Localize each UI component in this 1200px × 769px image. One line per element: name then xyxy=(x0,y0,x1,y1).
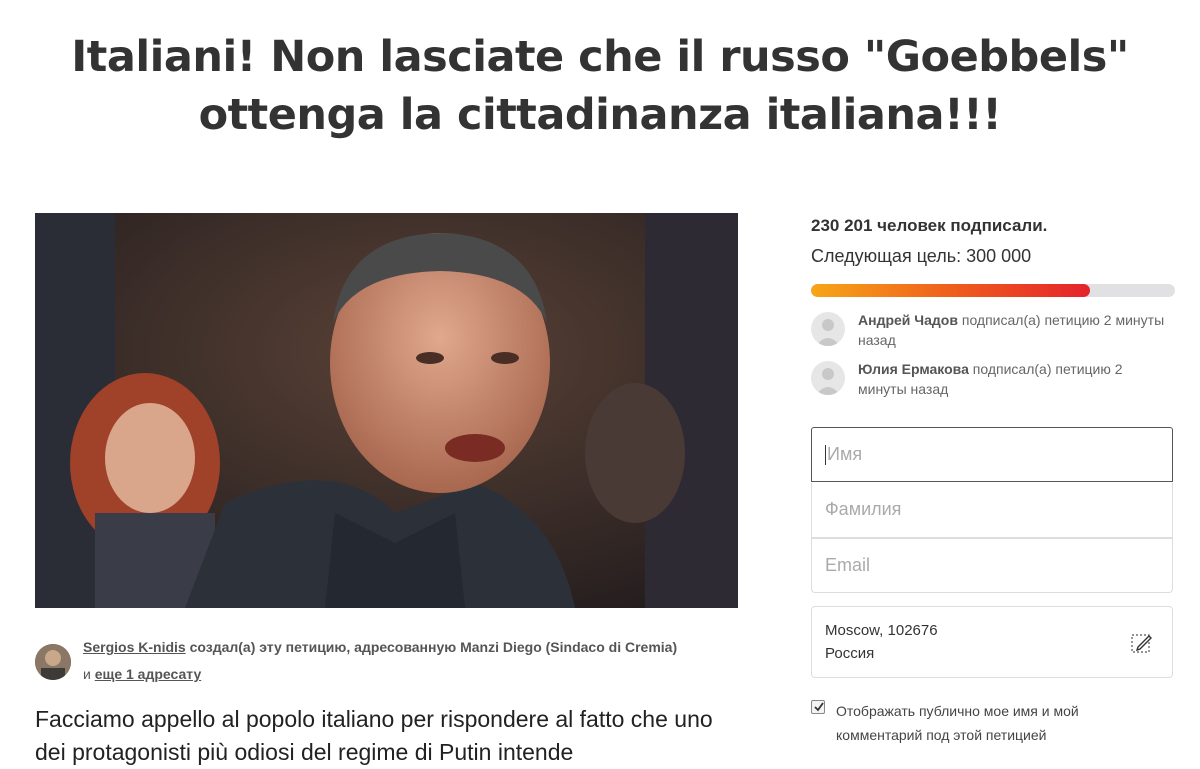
checkmark-icon xyxy=(814,702,824,712)
petition-title-line-1: Italiani! Non lasciate che il russo "Goe… xyxy=(71,32,1129,82)
signer-name: Юлия Ермакова xyxy=(858,361,969,377)
first-name-placeholder: Имя xyxy=(827,444,863,464)
email-placeholder: Email xyxy=(825,555,871,575)
text-caret xyxy=(825,445,826,466)
progress-bar xyxy=(811,284,1175,297)
progress-bar-fill xyxy=(811,284,1091,297)
petition-photo xyxy=(35,213,738,608)
signature-count: 230 201 человек подписали. xyxy=(811,216,1048,235)
petition-title-line-2: ottenga la cittadinanza italiana!!! xyxy=(198,90,1002,140)
last-name-input[interactable]: Фамилия xyxy=(811,483,1173,538)
signer-name: Андрей Чадов xyxy=(858,312,958,328)
author-created-text: создал(а) эту петицию, адресованную xyxy=(189,639,457,655)
signer-avatar-icon xyxy=(811,361,845,395)
petition-body-text: Facciamo appello al popolo italiano per … xyxy=(35,706,713,765)
author-and: и xyxy=(83,666,91,682)
signer-avatar-icon xyxy=(811,312,845,346)
author-name-link[interactable]: Sergios K-nidis xyxy=(83,639,186,655)
email-input[interactable]: Email xyxy=(811,538,1173,593)
edit-pencil-icon[interactable] xyxy=(1130,631,1154,655)
author-avatar-image xyxy=(35,644,71,680)
petition-title: Italiani! Non lasciate che il russo "Goe… xyxy=(60,28,1140,144)
last-name-placeholder: Фамилия xyxy=(825,499,902,519)
author-avatar[interactable] xyxy=(35,644,71,680)
next-goal: Следующая цель: 300 000 xyxy=(811,246,1032,266)
public-display-checkbox[interactable] xyxy=(811,700,825,714)
address-line-1: Moscow, 102676 xyxy=(825,622,938,639)
address-line-2: Россия xyxy=(825,645,875,662)
author-text: Sergios K-nidis создал(а) эту петицию, а… xyxy=(83,634,753,688)
address-box: Moscow, 102676 Россия xyxy=(811,606,1173,678)
first-name-input[interactable]: Имя xyxy=(811,427,1173,482)
petition-recipient: Manzi Diego (Sindaco di Cremia) xyxy=(460,639,678,655)
public-display-label: Отображать публично мое имя и мой коммен… xyxy=(836,703,1079,743)
more-recipients-link[interactable]: еще 1 адресату xyxy=(95,666,202,682)
petition-photo-image xyxy=(35,213,738,608)
